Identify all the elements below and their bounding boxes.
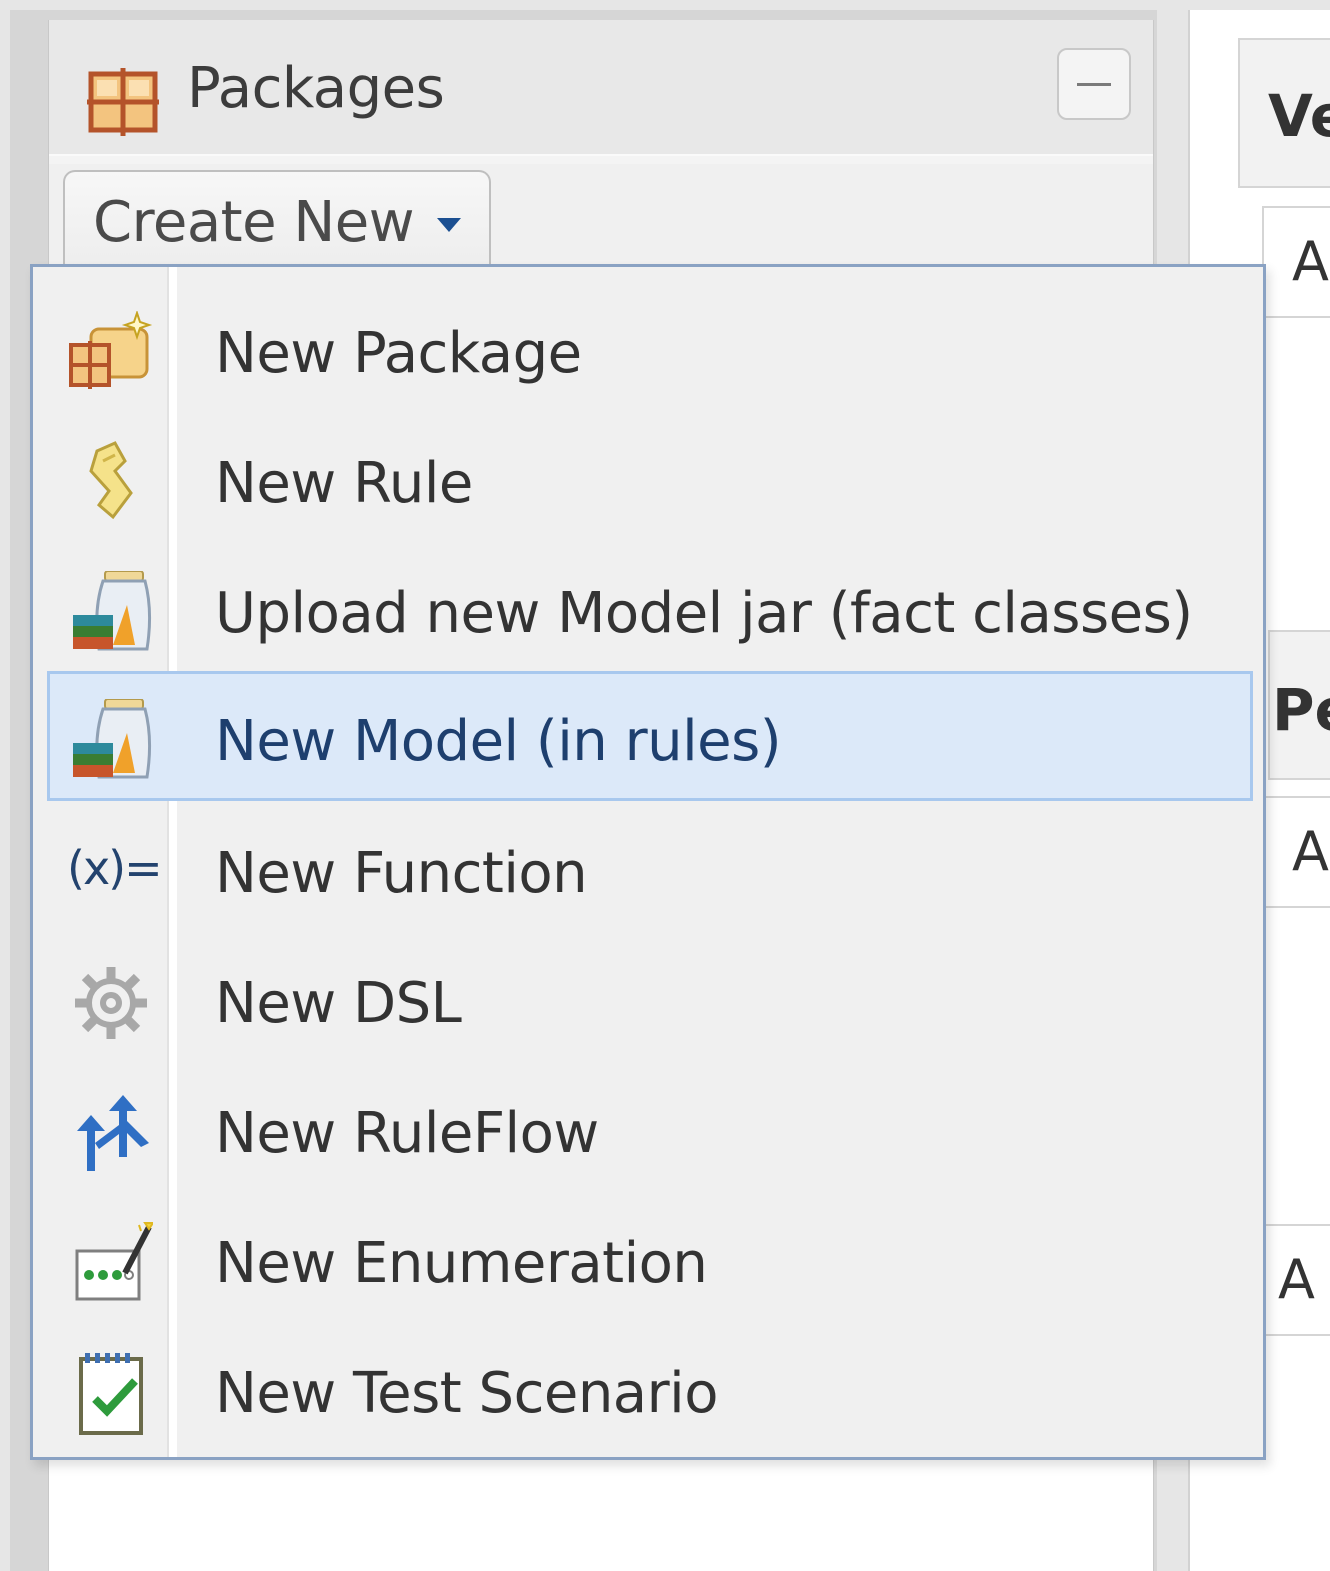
menu-item-label: New DSL (215, 971, 462, 1036)
menu-item-new-dsl[interactable]: New DSL (47, 933, 1253, 1063)
model-jar-icon (73, 699, 152, 779)
menu-item-label: New Rule (215, 451, 473, 516)
menu-item-new-model[interactable]: New Model (in rules) (47, 671, 1253, 801)
menu-item-new-package[interactable]: New Package (47, 283, 1253, 413)
menu-item-label: New Function (215, 841, 588, 906)
function-icon: (x)= (67, 841, 163, 895)
right-panel-field-3[interactable]: A (1262, 1224, 1330, 1336)
packages-panel-header: Packages (49, 20, 1153, 156)
gear-icon (75, 967, 147, 1039)
right-panel-header-2: Pe (1268, 630, 1330, 780)
menu-item-label: New Enumeration (215, 1231, 708, 1296)
create-new-menu: New Package New Rule Upload new Model ja… (30, 264, 1266, 1460)
menu-item-upload-model-jar[interactable]: Upload new Model jar (fact classes) (47, 543, 1253, 673)
right-panel-header-1-text: Ve (1268, 82, 1330, 150)
dropdown-arrow-icon (437, 218, 461, 232)
right-panel-header-1: Ve (1238, 38, 1330, 188)
menu-item-new-rule[interactable]: New Rule (47, 413, 1253, 543)
model-jar-icon (73, 571, 152, 651)
create-new-label: Create New (93, 190, 415, 255)
new-rule-icon (89, 441, 133, 520)
menu-item-new-test-scenario[interactable]: New Test Scenario (47, 1323, 1253, 1453)
enumeration-icon (75, 1222, 153, 1301)
menu-item-label: New Test Scenario (215, 1361, 718, 1426)
test-scenario-icon (79, 1353, 143, 1435)
menu-item-label: New Model (in rules) (215, 709, 782, 774)
menu-item-label: Upload new Model jar (fact classes) (215, 581, 1193, 646)
menu-item-new-enumeration[interactable]: New Enumeration (47, 1193, 1253, 1323)
right-panel-field-1[interactable]: A (1262, 206, 1330, 318)
packages-toolbar: Create New (49, 164, 1153, 280)
packages-title: Packages (187, 56, 445, 121)
new-package-icon (69, 311, 153, 389)
screen: Ve A Pe A A Packages (0, 0, 1330, 1571)
right-panel-header-2-text: Pe (1272, 676, 1330, 744)
right-panel-field-2[interactable]: A (1262, 796, 1330, 908)
ruleflow-icon (77, 1095, 149, 1171)
package-icon (87, 68, 159, 136)
menu-item-label: New Package (215, 321, 582, 386)
minus-icon (1077, 83, 1111, 86)
menu-item-new-function[interactable]: (x)= New Function (47, 803, 1253, 933)
menu-item-new-ruleflow[interactable]: New RuleFlow (47, 1063, 1253, 1193)
menu-item-label: New RuleFlow (215, 1101, 599, 1166)
collapse-button[interactable] (1057, 48, 1131, 120)
